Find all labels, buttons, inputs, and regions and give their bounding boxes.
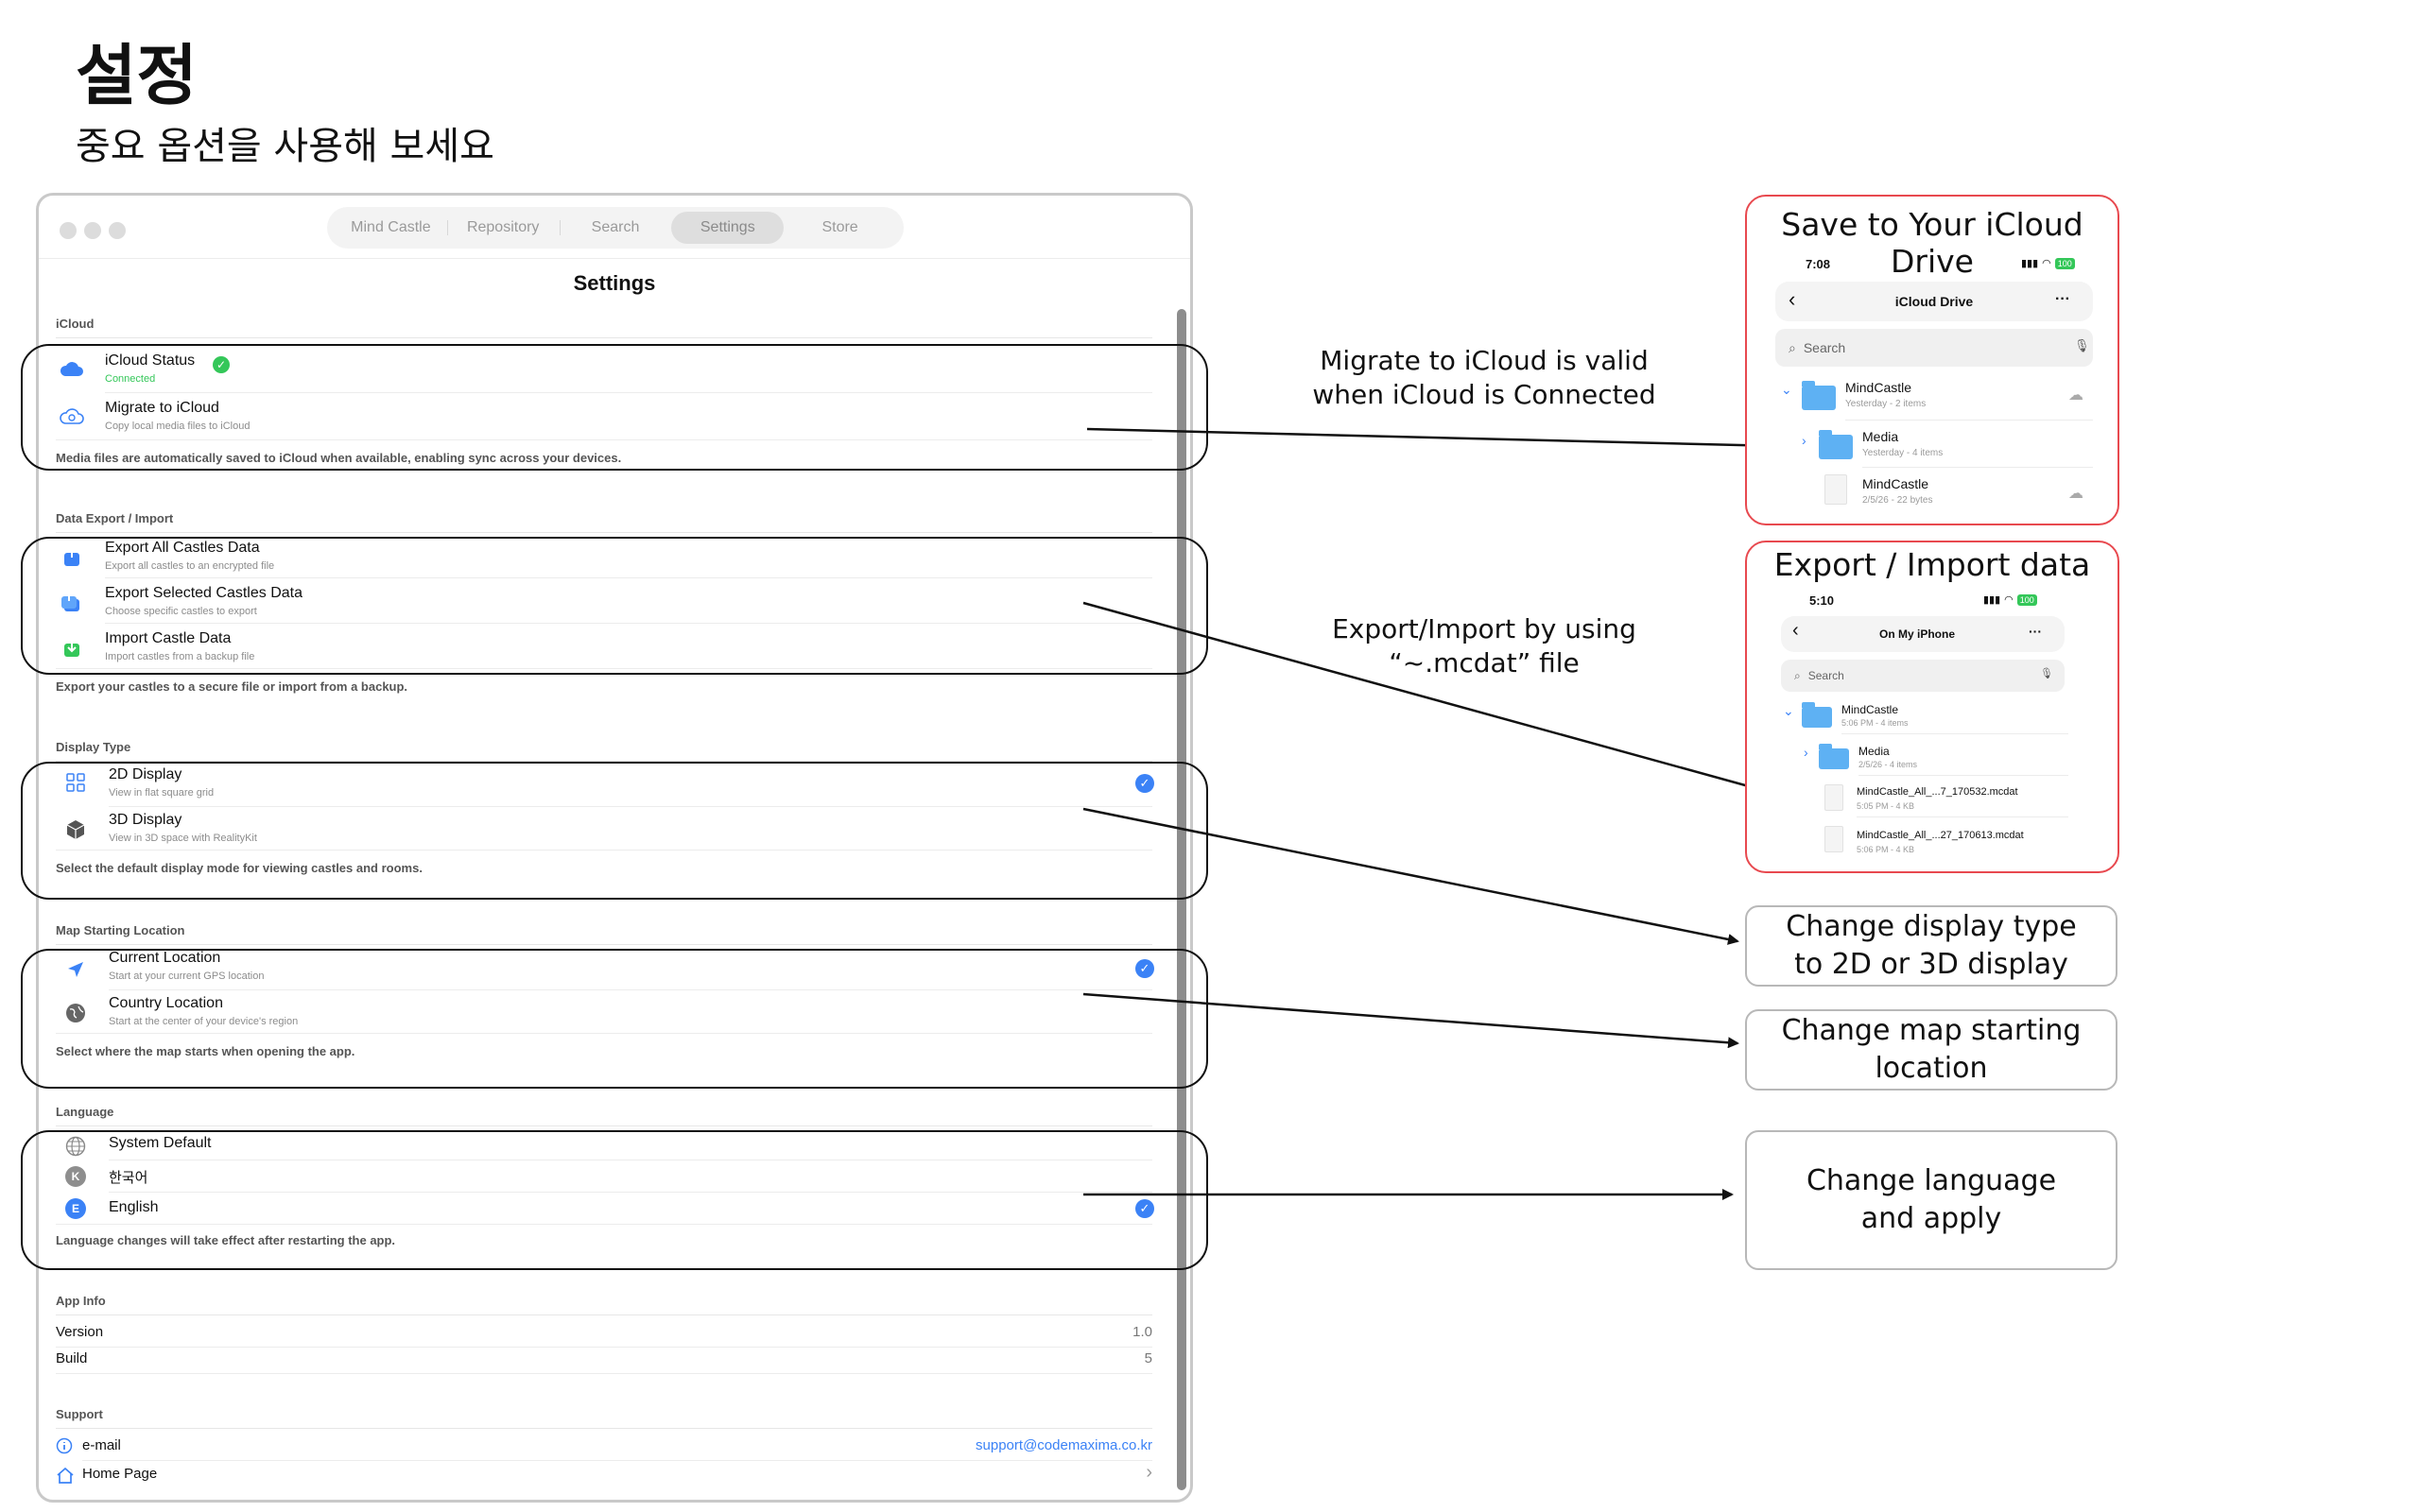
arrow-map bbox=[1082, 992, 1739, 1049]
expand-chevron-icon[interactable]: ⌄ bbox=[1781, 382, 1792, 398]
divider bbox=[1845, 420, 2093, 421]
row-name[interactable]: Media bbox=[1858, 745, 1890, 758]
search-field[interactable]: ⌕ Search bbox=[1781, 660, 2065, 692]
cloud-download-icon[interactable]: ☁ bbox=[2068, 484, 2083, 503]
status-time: 5:10 bbox=[1809, 593, 1835, 608]
row-sub: Yesterday - 2 items bbox=[1845, 399, 1927, 409]
row-name[interactable]: MindCastle_All_...27_170613.mcdat bbox=[1857, 830, 2024, 841]
file-icon bbox=[1824, 474, 1847, 505]
divider bbox=[1841, 733, 2068, 734]
status-icons: ▮▮▮ ◠ 100 bbox=[1983, 593, 2037, 606]
battery-icon: 100 bbox=[2016, 593, 2037, 606]
arrow-migrate bbox=[1086, 427, 1781, 452]
file-icon bbox=[1824, 784, 1843, 811]
cloud-download-icon[interactable]: ☁ bbox=[2068, 386, 2083, 404]
battery-icon: 100 bbox=[2054, 257, 2075, 269]
status-time: 7:08 bbox=[1806, 257, 1831, 271]
map-annotation-box: Change map starting location bbox=[1745, 1009, 2118, 1091]
expand-chevron-icon[interactable]: ⌄ bbox=[1783, 703, 1794, 719]
back-chevron-icon[interactable]: ‹ bbox=[1789, 287, 1795, 312]
nav-title: iCloud Drive bbox=[1894, 294, 1974, 309]
row-sub: 2/5/26 - 4 items bbox=[1858, 760, 1918, 769]
migrate-annotation: Migrate to iCloud is valid when iCloud i… bbox=[1312, 345, 1656, 411]
row-name[interactable]: Media bbox=[1862, 429, 1898, 444]
row-sub: 5:06 PM - 4 items bbox=[1841, 718, 1909, 728]
divider bbox=[1862, 467, 2093, 468]
more-icon[interactable]: ··· bbox=[2055, 291, 2070, 308]
file-icon bbox=[1824, 826, 1843, 852]
more-icon[interactable]: ··· bbox=[2029, 624, 2042, 639]
back-chevron-icon[interactable]: ‹ bbox=[1792, 620, 1799, 642]
row-name[interactable]: MindCastle bbox=[1845, 380, 1911, 395]
row-sub: 5:05 PM - 4 KB bbox=[1857, 801, 1915, 811]
folder-icon bbox=[1819, 430, 1853, 459]
row-sub: Yesterday - 4 items bbox=[1862, 448, 1944, 458]
wifi-icon: ◠ bbox=[2004, 594, 2014, 606]
on-my-iphone-screenshot: Export / Import data 5:10 ▮▮▮ ◠ 100 ‹ On M… bbox=[1745, 541, 2119, 873]
export-panel-title: Export / Import data bbox=[1773, 546, 2091, 583]
language-annotation-box: Change language and apply bbox=[1745, 1130, 2118, 1270]
row-sub: 2/5/26 - 22 bytes bbox=[1862, 495, 1933, 506]
expand-chevron-icon[interactable]: › bbox=[1802, 433, 1806, 448]
row-name[interactable]: MindCastle_All_...7_170532.mcdat bbox=[1857, 786, 2018, 798]
display-annotation-box: Change display type to 2D or 3D display bbox=[1745, 905, 2118, 987]
search-placeholder: Search bbox=[1807, 669, 1844, 682]
search-icon: ⌕ bbox=[1794, 668, 1801, 682]
search-field[interactable]: ⌕ Search bbox=[1775, 329, 2093, 367]
status-icons: ▮▮▮ ◠ 100 bbox=[2021, 257, 2075, 269]
mic-icon[interactable]: 🎙 bbox=[2040, 667, 2053, 679]
icloud-drive-screenshot: Save to Your iCloud Drive 7:08 ▮▮▮ ◠ 100 ‹… bbox=[1745, 195, 2119, 525]
mic-icon[interactable]: 🎙 bbox=[2074, 338, 2090, 353]
signal-icon: ▮▮▮ bbox=[1983, 594, 2001, 606]
export-annotation: Export/Import by using “~.mcdat” file bbox=[1332, 613, 1636, 679]
folder-icon bbox=[1802, 702, 1832, 728]
signal-icon: ▮▮▮ bbox=[2021, 258, 2039, 269]
wifi-icon: ◠ bbox=[2042, 258, 2051, 269]
expand-chevron-icon[interactable]: › bbox=[1804, 745, 1808, 760]
row-name[interactable]: MindCastle bbox=[1862, 476, 1928, 491]
folder-icon bbox=[1802, 381, 1836, 410]
divider bbox=[1858, 775, 2068, 776]
search-icon: ⌕ bbox=[1789, 339, 1796, 355]
divider bbox=[1857, 816, 2068, 817]
row-name[interactable]: MindCastle bbox=[1841, 703, 1898, 716]
folder-icon bbox=[1819, 744, 1849, 769]
arrow-display bbox=[1082, 807, 1739, 945]
row-sub: 5:06 PM - 4 KB bbox=[1857, 845, 1915, 854]
search-placeholder: Search bbox=[1803, 340, 1846, 355]
nav-title: On My iPhone bbox=[1878, 627, 1955, 641]
